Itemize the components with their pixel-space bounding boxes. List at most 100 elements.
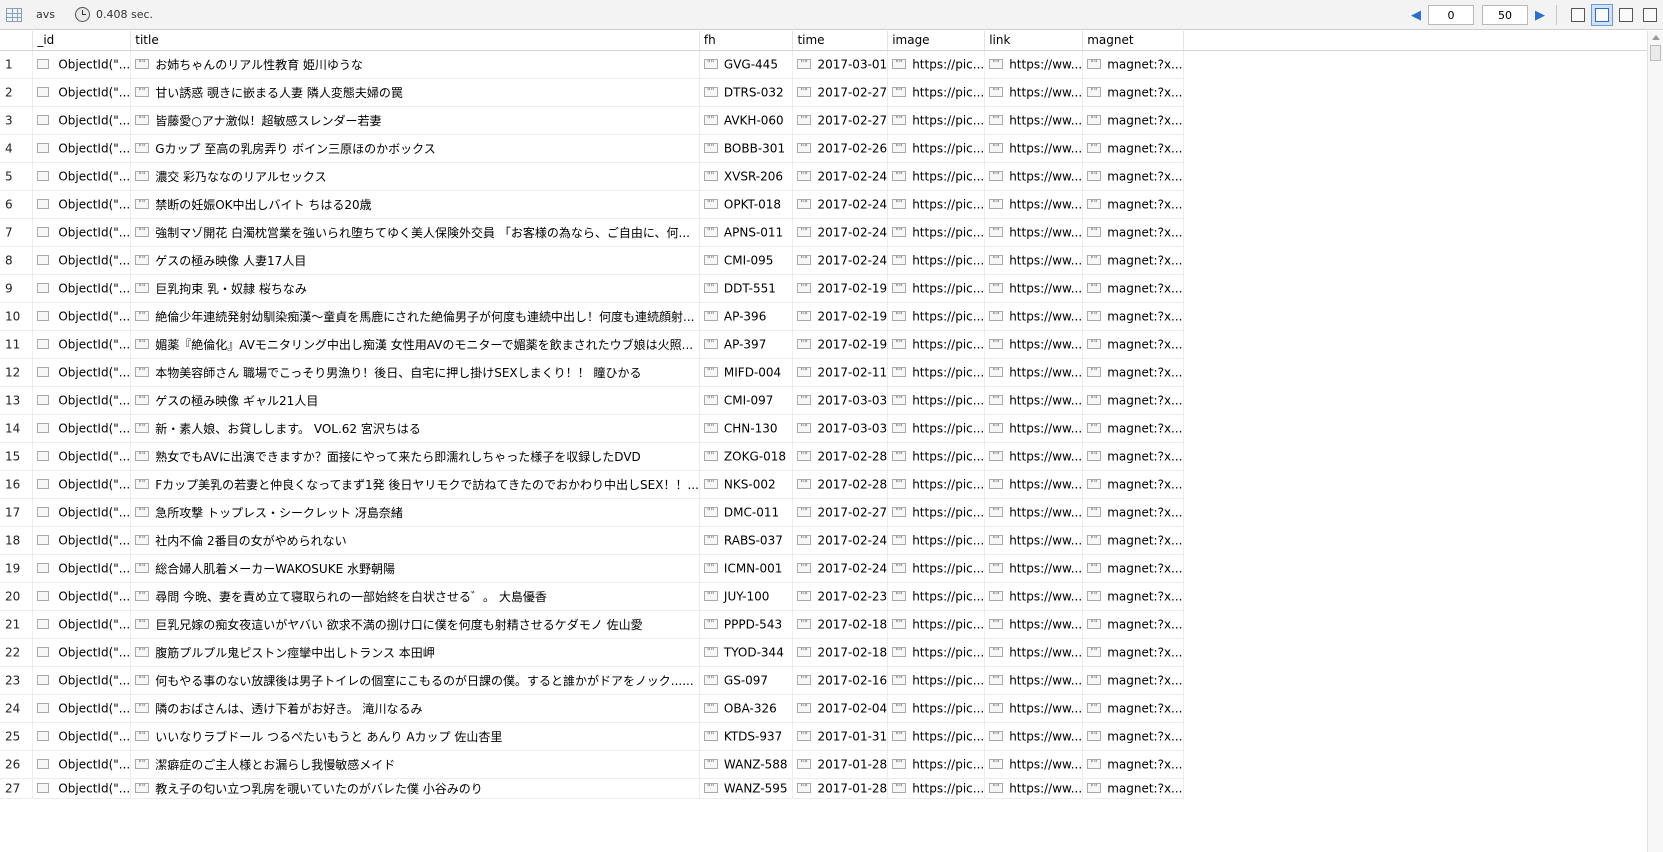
cell-fh[interactable]: AVKH-060 xyxy=(699,106,794,135)
cell-title[interactable]: 絶倫少年連続発射幼馴染痴漢～童貞を馬鹿にされた絶倫男子が何度も連続中出し！何度も… xyxy=(130,302,700,331)
cell-time[interactable]: 2017-02-18 xyxy=(792,610,889,639)
scroll-thumb[interactable] xyxy=(1650,45,1661,61)
cell-image[interactable]: https://pic... xyxy=(887,162,986,191)
cell-id[interactable]: ObjectId("... xyxy=(32,778,132,799)
cell-time[interactable]: 2017-02-24 xyxy=(792,246,889,275)
cell-image[interactable]: https://pic... xyxy=(887,666,986,695)
cell-link[interactable]: https://ww... xyxy=(984,638,1084,667)
scroll-up-icon[interactable] xyxy=(1652,35,1660,40)
table-row[interactable]: 6 ObjectId("... 禁断の妊娠OK中出しバイト ちはる20歳 OPKT-0… xyxy=(0,190,1647,219)
skip-input[interactable] xyxy=(1428,5,1474,25)
cell-link[interactable]: https://ww... xyxy=(984,442,1084,471)
cell-magnet[interactable]: magnet:?x... xyxy=(1082,302,1184,331)
row-number[interactable]: 4 xyxy=(0,134,34,163)
row-number[interactable]: 7 xyxy=(0,218,34,247)
cell-title[interactable]: Gカップ 至高の乳房弄り ボイン三原ほのかボックス xyxy=(130,134,700,163)
cell-link[interactable]: https://ww... xyxy=(984,778,1084,799)
row-number[interactable]: 27 xyxy=(0,778,34,799)
cell-magnet[interactable]: magnet:?x... xyxy=(1082,162,1184,191)
cell-image[interactable]: https://pic... xyxy=(887,722,986,751)
cell-fh[interactable]: WANZ-588 xyxy=(699,750,794,779)
cell-title[interactable]: 巨乳拘束 乳・奴隷 桜ちなみ xyxy=(130,274,700,303)
cell-link[interactable]: https://ww... xyxy=(984,498,1084,527)
cell-magnet[interactable]: magnet:?x... xyxy=(1082,106,1184,135)
cell-fh[interactable]: CMI-097 xyxy=(699,386,794,415)
table-row[interactable]: 9 ObjectId("... 巨乳拘束 乳・奴隷 桜ちなみ DDT-551 2017-… xyxy=(0,274,1647,303)
cell-fh[interactable]: JUY-100 xyxy=(699,582,794,611)
cell-link[interactable]: https://ww... xyxy=(984,554,1084,583)
cell-fh[interactable]: WANZ-595 xyxy=(699,778,794,799)
row-number[interactable]: 23 xyxy=(0,666,34,695)
cell-link[interactable]: https://ww... xyxy=(984,330,1084,359)
cell-image[interactable]: https://pic... xyxy=(887,358,986,387)
row-number[interactable]: 18 xyxy=(0,526,34,555)
cell-link[interactable]: https://ww... xyxy=(984,190,1084,219)
cell-magnet[interactable]: magnet:?x... xyxy=(1082,638,1184,667)
cell-image[interactable]: https://pic... xyxy=(887,526,986,555)
cell-image[interactable]: https://pic... xyxy=(887,302,986,331)
cell-fh[interactable]: CMI-095 xyxy=(699,246,794,275)
cell-title[interactable]: いいなりラブドール つるぺたいもうと あんり Aカップ 佐山杏里 xyxy=(130,722,700,751)
cell-link[interactable]: https://ww... xyxy=(984,750,1084,779)
table-row[interactable]: 27 ObjectId("... 教え子の匂い立つ乳房を覗いていたのがバレた僕 小谷… xyxy=(0,778,1647,799)
cell-time[interactable]: 2017-02-27 xyxy=(792,78,889,107)
table-row[interactable]: 14 ObjectId("... 新・素人娘、お貸しします。 VOL.62 宮沢ちは… xyxy=(0,414,1647,443)
cell-image[interactable]: https://pic... xyxy=(887,190,986,219)
cell-fh[interactable]: DMC-011 xyxy=(699,498,794,527)
table-row[interactable]: 20 ObjectId("... 尋問 今晩、妻を責め立て寝取られの一部始終を白状さ… xyxy=(0,582,1647,611)
cell-magnet[interactable]: magnet:?x... xyxy=(1082,274,1184,303)
cell-image[interactable]: https://pic... xyxy=(887,78,986,107)
cell-time[interactable]: 2017-02-19 xyxy=(792,274,889,303)
column-header-fh[interactable]: fh xyxy=(699,31,794,51)
cell-fh[interactable]: ZOKG-018 xyxy=(699,442,794,471)
cell-fh[interactable]: GS-097 xyxy=(699,666,794,695)
cell-id[interactable]: ObjectId("... xyxy=(32,638,132,667)
row-number[interactable]: 1 xyxy=(0,50,34,79)
cell-image[interactable]: https://pic... xyxy=(887,274,986,303)
cell-link[interactable]: https://ww... xyxy=(984,274,1084,303)
cell-id[interactable]: ObjectId("... xyxy=(32,78,132,107)
row-number[interactable]: 19 xyxy=(0,554,34,583)
table-row[interactable]: 19 ObjectId("... 総合婦人肌着メーカーWAKOSUKE 水野朝陽 IC… xyxy=(0,554,1647,583)
cell-id[interactable]: ObjectId("... xyxy=(32,610,132,639)
cell-title[interactable]: 社内不倫 2番目の女がやめられない xyxy=(130,526,700,555)
table-row[interactable]: 22 ObjectId("... 腹筋プルプル鬼ピストン痙攣中出しトランス 本田岬 T… xyxy=(0,638,1647,667)
cell-magnet[interactable]: magnet:?x... xyxy=(1082,442,1184,471)
cell-time[interactable]: 2017-02-11 xyxy=(792,358,889,387)
cell-time[interactable]: 2017-02-24 xyxy=(792,218,889,247)
cell-id[interactable]: ObjectId("... xyxy=(32,750,132,779)
table-row[interactable]: 15 ObjectId("... 熟女でもAVに出演できますか？面接にやって来たら即… xyxy=(0,442,1647,471)
cell-magnet[interactable]: magnet:?x... xyxy=(1082,554,1184,583)
cell-link[interactable]: https://ww... xyxy=(984,78,1084,107)
cell-magnet[interactable]: magnet:?x... xyxy=(1082,246,1184,275)
expand-button[interactable] xyxy=(1639,4,1661,26)
row-number[interactable]: 2 xyxy=(0,78,34,107)
cell-id[interactable]: ObjectId("... xyxy=(32,498,132,527)
cell-fh[interactable]: OBA-326 xyxy=(699,694,794,723)
cell-magnet[interactable]: magnet:?x... xyxy=(1082,610,1184,639)
cell-link[interactable]: https://ww... xyxy=(984,610,1084,639)
cell-title[interactable]: 総合婦人肌着メーカーWAKOSUKE 水野朝陽 xyxy=(130,554,700,583)
tree-view-button[interactable] xyxy=(1591,4,1613,26)
row-number[interactable]: 12 xyxy=(0,358,34,387)
cell-id[interactable]: ObjectId("... xyxy=(32,414,132,443)
prev-page-icon[interactable]: ◀ xyxy=(1408,7,1424,23)
cell-time[interactable]: 2017-02-04 xyxy=(792,694,889,723)
cell-link[interactable]: https://ww... xyxy=(984,386,1084,415)
cell-fh[interactable]: GVG-445 xyxy=(699,50,794,79)
cell-time[interactable]: 2017-02-24 xyxy=(792,526,889,555)
cell-id[interactable]: ObjectId("... xyxy=(32,218,132,247)
cell-link[interactable]: https://ww... xyxy=(984,302,1084,331)
table-row[interactable]: 11 ObjectId("... 媚薬『絶倫化』AVモニタリング中出し痴漢 女性用A… xyxy=(0,330,1647,359)
cell-magnet[interactable]: magnet:?x... xyxy=(1082,218,1184,247)
cell-id[interactable]: ObjectId("... xyxy=(32,358,132,387)
row-number[interactable]: 25 xyxy=(0,722,34,751)
cell-magnet[interactable]: magnet:?x... xyxy=(1082,694,1184,723)
cell-fh[interactable]: KTDS-937 xyxy=(699,722,794,751)
cell-fh[interactable]: RABS-037 xyxy=(699,526,794,555)
cell-time[interactable]: 2017-02-19 xyxy=(792,330,889,359)
table-row[interactable]: 1 ObjectId("... お姉ちゃんのリアル性教育 姫川ゆうな GVG-445 2… xyxy=(0,50,1647,79)
table-row[interactable]: 5 ObjectId("... 濃交 彩乃ななのリアルセックス XVSR-206 201… xyxy=(0,162,1647,191)
cell-id[interactable]: ObjectId("... xyxy=(32,106,132,135)
cell-image[interactable]: https://pic... xyxy=(887,386,986,415)
